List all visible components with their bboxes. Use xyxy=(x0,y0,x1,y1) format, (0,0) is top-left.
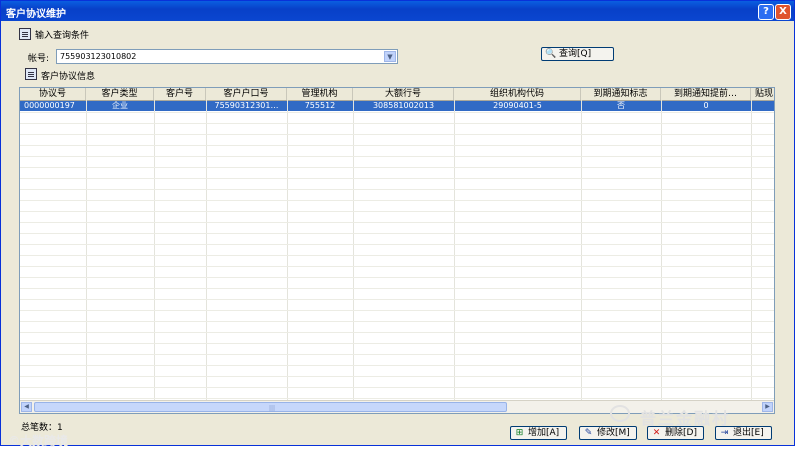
column-header[interactable]: 管理机构 xyxy=(287,88,353,100)
grid-row-line xyxy=(20,200,774,201)
query-section-title: 输入查询条件 xyxy=(35,31,90,41)
column-header[interactable]: 到期通知提前… xyxy=(661,88,751,100)
exit-icon: ⇥ xyxy=(720,428,729,438)
grid-row-line xyxy=(20,321,774,322)
modify-button-label: 修改[M] xyxy=(597,428,630,438)
table-cell: 0 xyxy=(703,101,709,110)
protocol-window: 客户协议维护 ? X 输入查询条件 帐号: 755903123010802 ▼ … xyxy=(0,0,795,446)
protocol-grid[interactable]: 协议号 客户类型 客户号 客户户口号 管理机构 大额行号 组织机构代码 到期通知… xyxy=(19,87,775,414)
grid-row-line xyxy=(20,299,774,300)
query-button[interactable]: 🔍 查询[Q] xyxy=(541,47,614,61)
grid-row-line xyxy=(20,266,774,267)
scroll-thumb[interactable]: ||| xyxy=(34,402,507,412)
column-header[interactable]: 客户户口号 xyxy=(206,88,287,100)
delete-icon: ✕ xyxy=(652,428,661,438)
query-form-icon xyxy=(19,28,31,40)
info-section-title: 客户协议信息 xyxy=(41,72,96,82)
column-header[interactable]: 协议号 xyxy=(20,88,86,100)
grid-row-line xyxy=(20,123,774,124)
grid-row-line xyxy=(20,354,774,355)
exit-button-label: 退出[E] xyxy=(733,428,764,438)
grid-row-line xyxy=(20,343,774,344)
table-cell: 755512 xyxy=(304,101,336,110)
delete-button-label: 删除[D] xyxy=(665,428,697,438)
table-cell: 308581002013 xyxy=(372,101,435,110)
column-header[interactable]: 客户类型 xyxy=(86,88,154,100)
grid-row-line xyxy=(20,288,774,289)
grid-row-line xyxy=(20,233,774,234)
column-header[interactable]: 贴现 xyxy=(751,88,774,100)
scroll-right-icon[interactable]: ▶ xyxy=(762,402,773,412)
column-header[interactable]: 大额行号 xyxy=(353,88,454,100)
column-header[interactable]: 组织机构代码 xyxy=(454,88,581,100)
account-label: 帐号: xyxy=(28,54,50,64)
help-button[interactable]: ? xyxy=(758,4,774,20)
grid-row-line xyxy=(20,167,774,168)
grid-row-line xyxy=(20,365,774,366)
edit-icon: ✎ xyxy=(584,428,593,438)
window-title: 客户协议维护 xyxy=(6,9,66,20)
scroll-left-icon[interactable]: ◀ xyxy=(21,402,32,412)
table-cell xyxy=(154,101,206,111)
grid-row-line xyxy=(20,156,774,157)
close-button[interactable]: X xyxy=(775,4,791,20)
grip-icon: ||| xyxy=(269,405,276,412)
grid-row-line xyxy=(20,398,774,399)
title-bar[interactable]: 客户协议维护 ? X xyxy=(1,1,794,21)
table-cell: 75590312301… xyxy=(214,101,279,110)
grid-row-line xyxy=(20,310,774,311)
grid-row-line xyxy=(20,277,774,278)
grid-row-line xyxy=(20,211,774,212)
grid-row-line xyxy=(20,332,774,333)
add-button-label: 增加[A] xyxy=(528,428,560,438)
table-cell xyxy=(751,101,774,111)
modify-button[interactable]: ✎ 修改[M] xyxy=(579,426,637,440)
grid-row-line xyxy=(20,376,774,377)
search-icon: 🔍 xyxy=(545,49,557,59)
grid-row-line xyxy=(20,112,774,113)
watermark-left: ©大数跨境 xyxy=(8,434,69,448)
grid-row-line xyxy=(20,387,774,388)
table-cell: 29090401-5 xyxy=(493,101,542,110)
grid-row-line xyxy=(20,222,774,223)
table-cell: 否 xyxy=(617,101,625,110)
grid-row-line xyxy=(20,145,774,146)
table-cell: 0000000197 xyxy=(24,101,75,110)
table-icon xyxy=(25,68,37,80)
grid-row-line xyxy=(20,134,774,135)
grid-row-line xyxy=(20,189,774,190)
chevron-down-icon[interactable]: ▼ xyxy=(384,51,396,62)
account-combo[interactable]: 755903123010802 ▼ xyxy=(56,49,398,64)
watermark-right: 普兰金融村 xyxy=(640,409,731,428)
column-header[interactable]: 客户号 xyxy=(154,88,206,100)
grid-row-line xyxy=(20,244,774,245)
table-cell: 企业 xyxy=(112,101,128,110)
query-button-label: 查询[Q] xyxy=(559,49,592,59)
chat-logo-icon xyxy=(610,405,630,422)
column-header[interactable]: 到期通知标志 xyxy=(581,88,661,100)
account-value: 755903123010802 xyxy=(60,52,137,61)
add-icon: ⊞ xyxy=(515,428,524,438)
add-button[interactable]: ⊞ 增加[A] xyxy=(510,426,567,440)
grid-row-line xyxy=(20,255,774,256)
grid-row-line xyxy=(20,178,774,179)
